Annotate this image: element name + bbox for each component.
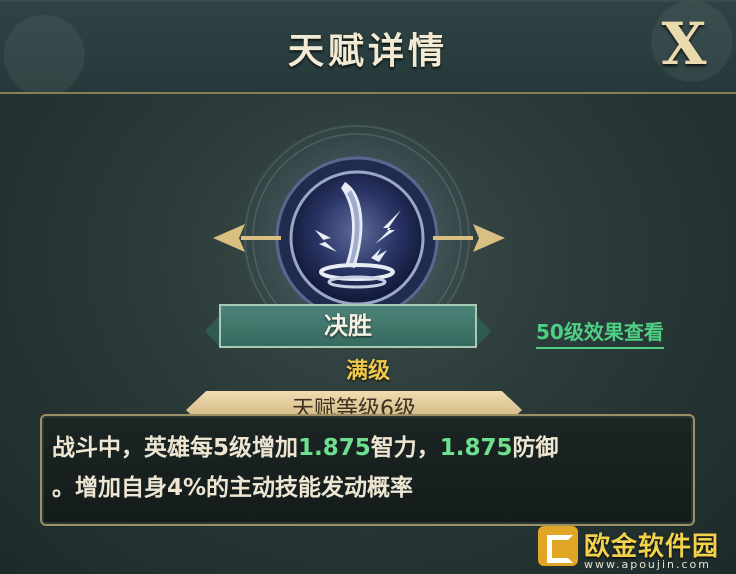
desc-part3: 防御: [512, 435, 559, 461]
panel-header: 天赋详情 X: [0, 0, 736, 94]
close-button[interactable]: X: [654, 12, 714, 76]
talent-name: 决胜: [324, 312, 372, 340]
watermark-url: www.apoujin.com: [584, 558, 711, 571]
desc-value1: 1.875: [298, 435, 371, 461]
level50-effect-link[interactable]: 50级效果查看: [536, 316, 664, 349]
watermark-logo-icon: [538, 526, 578, 566]
desc-line2: 。增加自身4%的主动技能发动概率: [52, 475, 414, 501]
desc-value2: 1.875: [439, 435, 513, 461]
desc-part2: 智力，: [370, 435, 440, 461]
talent-name-banner: 决胜: [205, 304, 491, 348]
banner-tail-right: [475, 314, 491, 348]
panel-title: 天赋详情: [287, 31, 448, 72]
site-watermark: 欧金软件园 www.apoujin.com: [536, 524, 736, 574]
talent-detail-panel: 天赋详情 X 决胜 50级效果查看 满级 天赋等级6级 战斗中，英雄每5级增加1…: [0, 0, 736, 574]
talent-description: 战斗中，英雄每5级增加1.875智力，1.875防御 。增加自身4%的主动技能发…: [52, 428, 692, 508]
max-level-status: 满级: [345, 359, 390, 384]
desc-part1: 战斗中，英雄每5级增加: [52, 435, 299, 461]
